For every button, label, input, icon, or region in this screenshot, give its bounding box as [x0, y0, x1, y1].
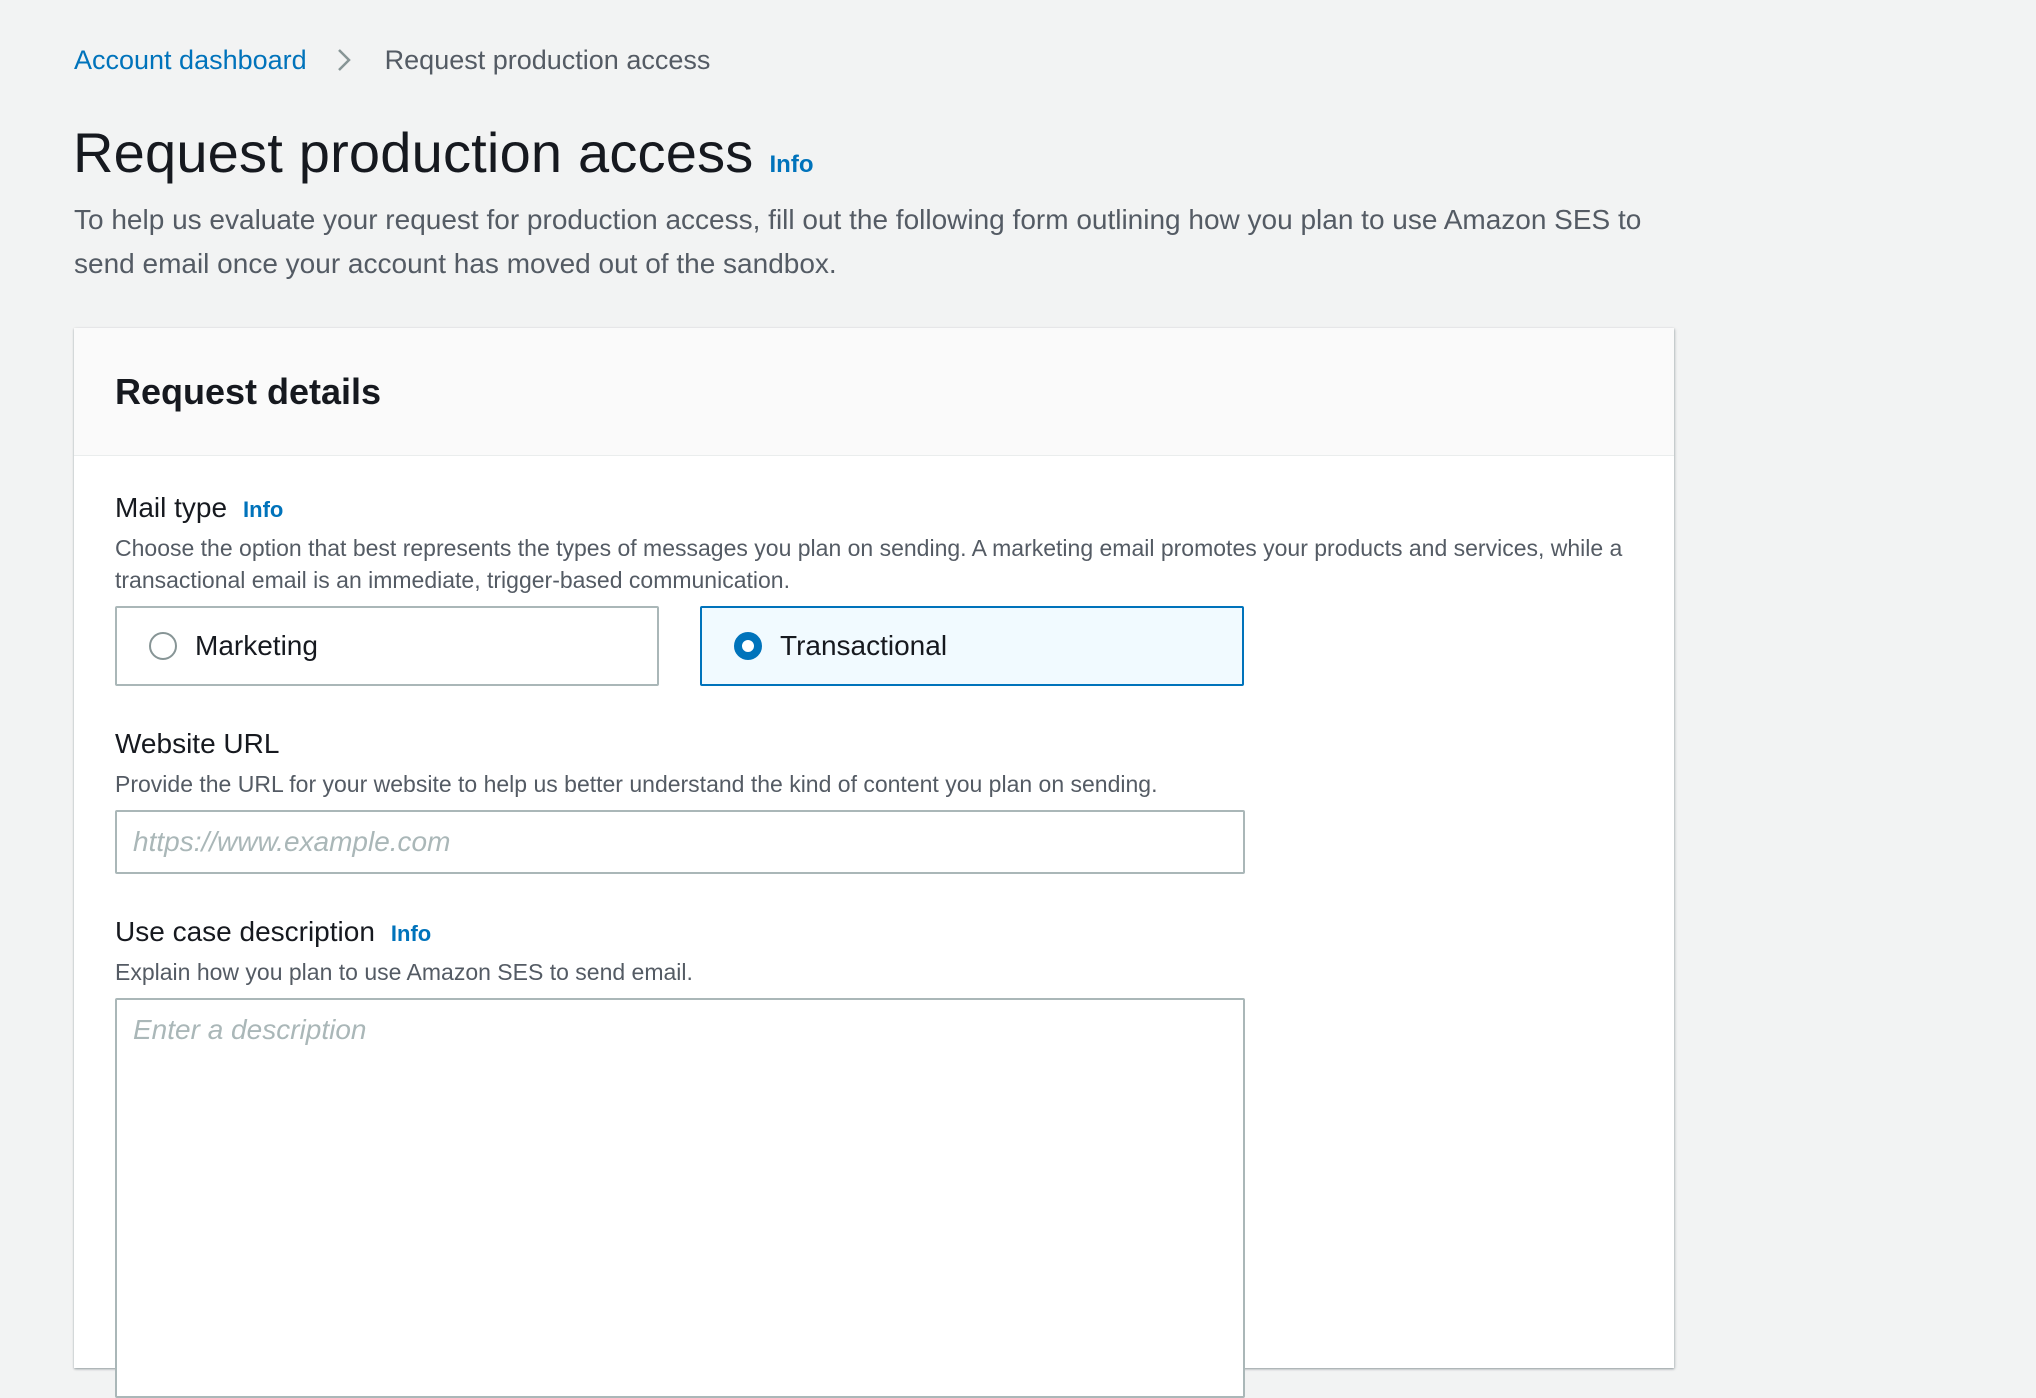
radio-unchecked-icon[interactable]: [149, 632, 177, 660]
chevron-right-icon: [329, 42, 359, 78]
mail-type-option-transactional[interactable]: Transactional: [700, 606, 1244, 686]
page-header: Request production access Info: [73, 118, 813, 188]
breadcrumb-account-dashboard[interactable]: Account dashboard: [74, 42, 307, 78]
mail-type-option-label: Marketing: [195, 630, 318, 661]
request-details-panel: Request details Mail type Info Choose th…: [74, 328, 1674, 1398]
mail-type-description: Choose the option that best represents t…: [115, 535, 1623, 593]
use-case-label: Use case description: [115, 916, 375, 947]
use-case-info-link[interactable]: Info: [391, 921, 431, 947]
website-url-description: Provide the URL for your website to help…: [115, 771, 1158, 797]
mail-type-option-label: Transactional: [780, 630, 948, 661]
page-description: To help us evaluate your request for pro…: [74, 204, 1642, 279]
mail-type-label: Mail type: [115, 492, 228, 523]
radio-checked-icon[interactable]: [734, 632, 762, 660]
breadcrumb-current-page: Request production access: [384, 45, 711, 75]
use-case-textarea[interactable]: [115, 998, 1245, 1398]
use-case-description: Explain how you plan to use Amazon SES t…: [115, 959, 693, 985]
use-case-label-row: Use case description Info: [115, 914, 431, 950]
breadcrumb: Account dashboard Request production acc…: [74, 42, 710, 78]
page-title: Request production access: [73, 121, 754, 184]
website-url-input[interactable]: [115, 810, 1245, 874]
website-url-label: Website URL: [115, 728, 280, 759]
page-info-link[interactable]: Info: [770, 151, 814, 179]
mail-type-info-link[interactable]: Info: [243, 497, 283, 523]
panel-header: Request details: [74, 328, 1674, 456]
mail-type-option-marketing[interactable]: Marketing: [115, 606, 659, 686]
website-url-label-row: Website URL: [115, 726, 279, 762]
panel-title: Request details: [115, 371, 382, 412]
mail-type-label-row: Mail type Info: [115, 490, 283, 526]
